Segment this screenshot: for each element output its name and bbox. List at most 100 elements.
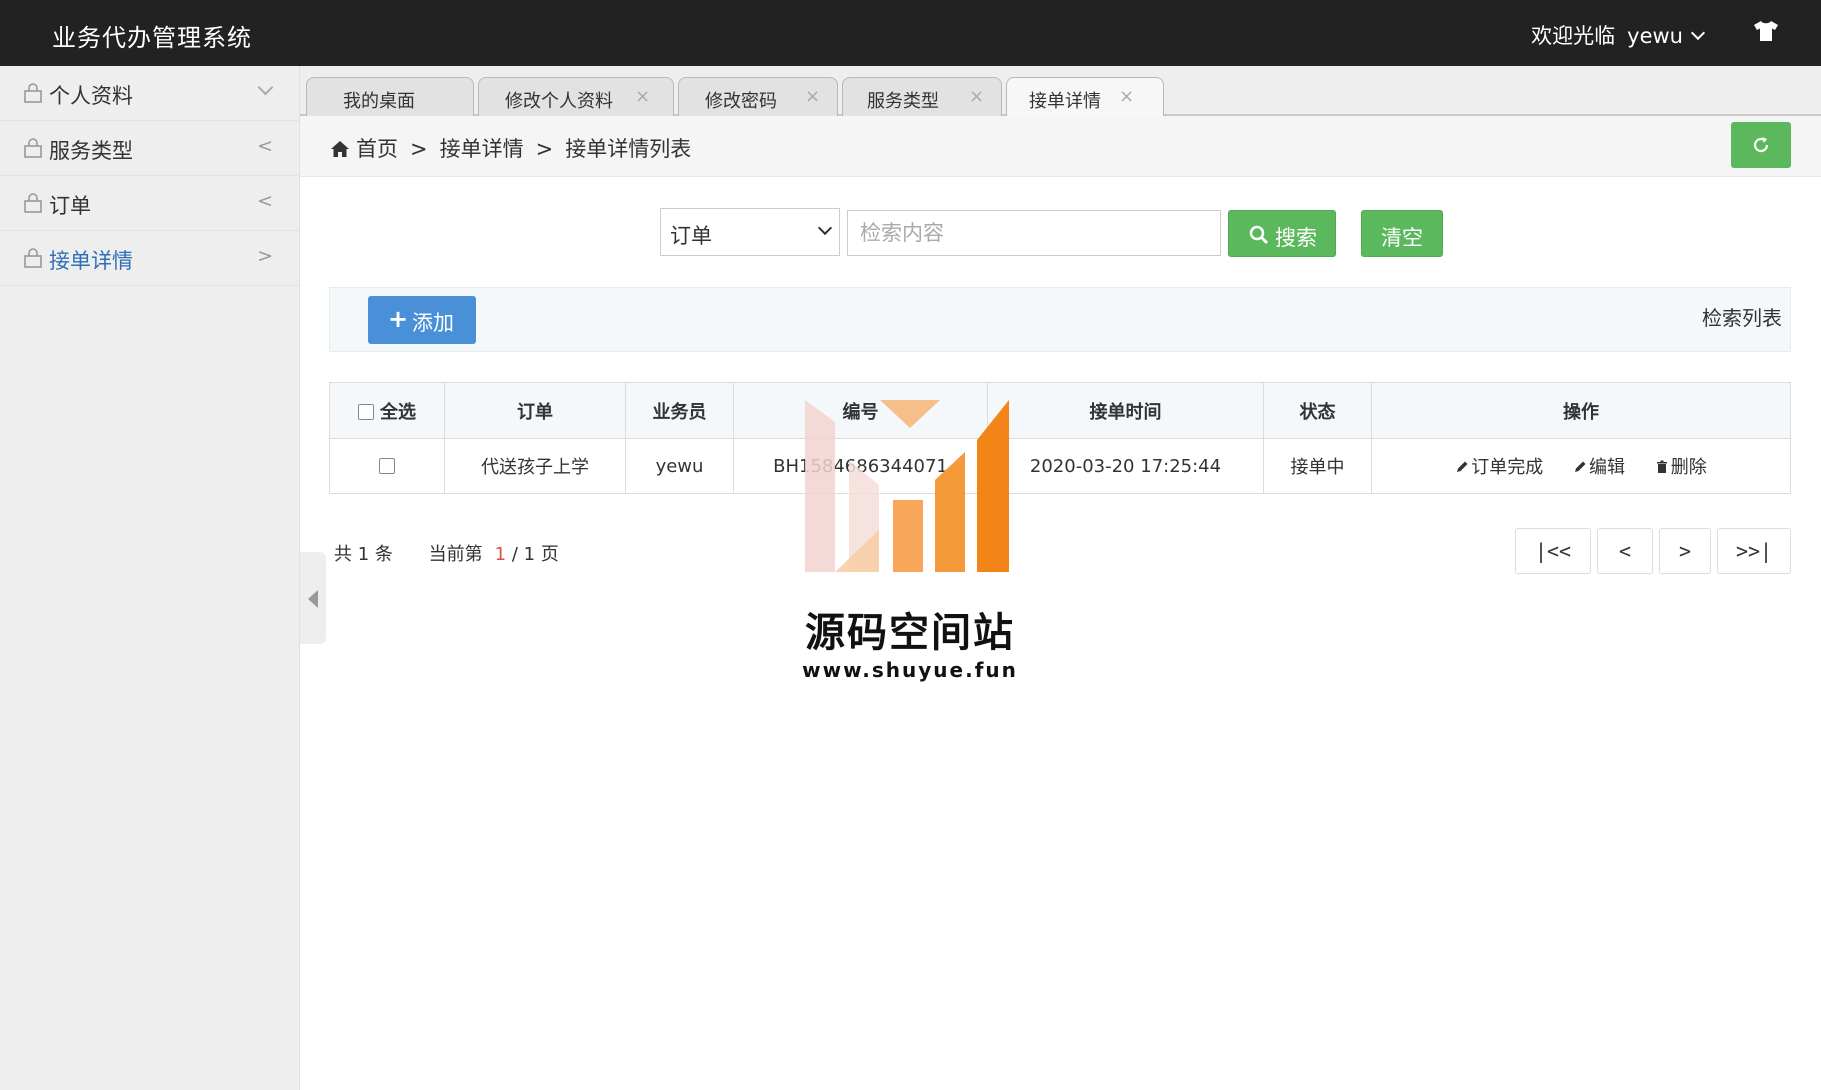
chevron-left-icon: < [257, 135, 273, 157]
pager-info: 共 1 条 当前第 1 / 1 页 [334, 540, 559, 566]
app-title: 业务代办管理系统 [52, 24, 252, 52]
tab-strip: 我的桌面 修改个人资料 × 修改密码 × 服务类型 × 接单详情 × [300, 66, 1821, 118]
chevron-right-icon: > [257, 245, 273, 267]
home-icon [331, 141, 349, 157]
page-prefix: 当前第 [428, 544, 483, 565]
pencil-icon [1457, 461, 1468, 472]
tab-label: 修改密码 [705, 91, 777, 112]
total-pages: 1 [523, 544, 536, 565]
chevron-down-icon [257, 79, 274, 96]
breadcrumb-level2: 接单详情列表 [565, 137, 692, 161]
search-button-label: 搜索 [1275, 226, 1317, 250]
header-staff: 业务员 [625, 382, 734, 439]
search-field-value: 订单 [670, 224, 712, 248]
header-time: 接单时间 [987, 382, 1264, 439]
sidebar-item-label: 接单详情 [49, 249, 133, 273]
breadcrumb-separator: > [410, 137, 428, 161]
header-select-all: 全选 [329, 382, 445, 439]
page-separator: / [511, 544, 518, 565]
lock-icon [24, 248, 42, 268]
select-all-checkbox[interactable] [358, 403, 374, 420]
breadcrumb-level1[interactable]: 接单详情 [440, 137, 524, 161]
add-button-label: 添加 [412, 311, 454, 335]
watermark-logo [805, 400, 1009, 572]
current-page: 1 [494, 544, 507, 565]
lock-icon [24, 193, 42, 213]
top-bar: 业务代办管理系统 欢迎光临 yewu [0, 0, 1821, 66]
plus-icon: + [388, 305, 409, 333]
close-icon[interactable]: × [1119, 86, 1134, 107]
list-title: 检索列表 [1702, 306, 1782, 330]
cell-time: 2020-03-20 17:25:44 [987, 438, 1264, 494]
tab-label: 修改个人资料 [505, 91, 613, 112]
tab-edit-profile[interactable]: 修改个人资料 × [478, 77, 674, 116]
watermark-url: www.shuyue.fun [802, 658, 1018, 682]
sidebar-item-label: 个人资料 [49, 84, 133, 108]
close-icon[interactable]: × [805, 86, 820, 107]
sidebar-item-order-details[interactable]: 接单详情 > [0, 231, 299, 286]
sidebar-item-service-type[interactable]: 服务类型 < [0, 121, 299, 176]
tab-label: 我的桌面 [343, 91, 415, 112]
tab-service-type[interactable]: 服务类型 × [842, 77, 1002, 116]
breadcrumb-bar: 首页 > 接单详情 > 接单详情列表 [300, 116, 1821, 177]
breadcrumb: 首页 > 接单详情 > 接单详情列表 [330, 133, 691, 163]
edit-label: 编辑 [1589, 457, 1625, 478]
cell-order: 代送孩子上学 [444, 438, 626, 494]
tab-order-details[interactable]: 接单详情 × [1006, 77, 1164, 118]
clear-button[interactable]: 清空 [1361, 210, 1443, 257]
header-actions: 操作 [1371, 382, 1791, 439]
cell-actions: 订单完成 编辑 删除 [1371, 438, 1791, 494]
select-all-label: 全选 [380, 401, 416, 423]
total-count: 1 [357, 544, 370, 565]
prev-page-button[interactable]: < [1597, 528, 1653, 574]
cell-staff: yewu [625, 438, 734, 494]
breadcrumb-separator: > [535, 137, 554, 161]
row-select-cell [329, 438, 445, 494]
last-page-button[interactable]: >>| [1717, 528, 1791, 574]
refresh-button[interactable] [1731, 122, 1791, 168]
sidebar-collapse-handle[interactable] [300, 552, 326, 644]
breadcrumb-home[interactable]: 首页 [356, 137, 398, 161]
first-page-button[interactable]: |<< [1515, 528, 1591, 574]
tab-label: 服务类型 [867, 91, 939, 112]
delete-label: 删除 [1670, 457, 1707, 478]
clear-button-label: 清空 [1381, 226, 1423, 250]
chevron-down-icon [817, 220, 833, 236]
refresh-icon [1753, 137, 1769, 153]
close-icon[interactable]: × [969, 86, 984, 107]
row-checkbox[interactable] [379, 457, 395, 474]
tab-change-password[interactable]: 修改密码 × [678, 77, 838, 116]
welcome-text: 欢迎光临 [1531, 24, 1616, 48]
edit-link[interactable]: 编辑 [1573, 457, 1625, 478]
sidebar: 个人资料 服务类型 < 订单 < 接单详情 > [0, 66, 300, 1090]
complete-order-link[interactable]: 订单完成 [1455, 457, 1543, 478]
tab-my-desktop[interactable]: 我的桌面 [306, 77, 474, 116]
header-order: 订单 [444, 382, 626, 439]
total-suffix: 条 [374, 544, 393, 565]
sidebar-item-label: 服务类型 [49, 139, 133, 163]
complete-order-label: 订单完成 [1471, 457, 1544, 478]
lock-icon [24, 138, 42, 158]
sidebar-item-orders[interactable]: 订单 < [0, 176, 299, 231]
total-prefix: 共 [334, 544, 352, 565]
chevron-down-icon [1690, 25, 1706, 41]
table-row: 代送孩子上学 yewu BH1584686344071 2020-03-20 1… [329, 438, 1791, 494]
watermark-name: 源码空间站 [805, 610, 1015, 656]
close-icon[interactable]: × [635, 86, 650, 107]
search-input[interactable] [847, 210, 1221, 256]
add-button[interactable]: + 添加 [368, 296, 476, 344]
search-icon [1249, 225, 1269, 245]
search-field-select[interactable]: 订单 [660, 208, 840, 256]
user-menu[interactable]: 欢迎光临 yewu [1531, 20, 1706, 50]
sidebar-item-label: 订单 [49, 194, 91, 218]
cell-status: 接单中 [1263, 438, 1372, 494]
username: yewu [1627, 24, 1683, 48]
chevron-left-icon: < [257, 190, 273, 212]
skin-theme-icon[interactable] [1753, 20, 1779, 42]
next-page-button[interactable]: > [1659, 528, 1711, 574]
table-header-row: 全选 订单 业务员 编号 接单时间 状态 操作 [329, 382, 1791, 439]
search-button[interactable]: 搜索 [1228, 210, 1336, 257]
sidebar-item-profile[interactable]: 个人资料 [0, 66, 299, 121]
pencil-icon [1575, 461, 1586, 472]
delete-link[interactable]: 删除 [1655, 457, 1707, 478]
